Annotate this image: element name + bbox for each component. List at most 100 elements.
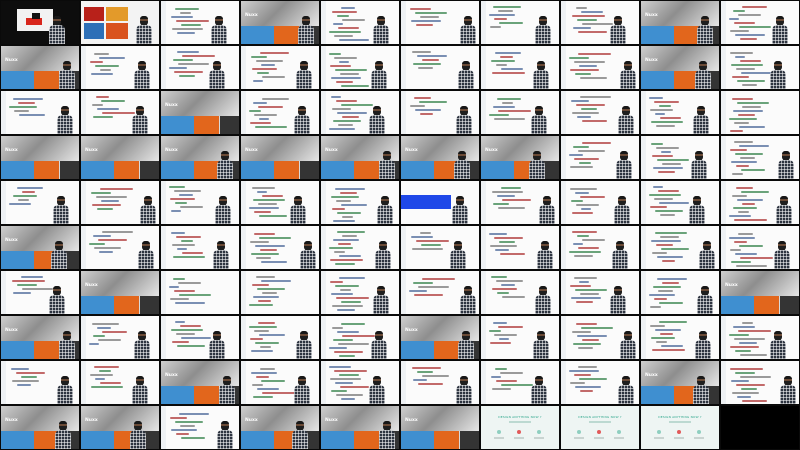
video-frame-thumbnail[interactable] (240, 180, 320, 225)
video-frame-thumbnail[interactable] (400, 90, 480, 135)
video-frame-thumbnail[interactable] (640, 315, 720, 360)
video-frame-thumbnail[interactable] (320, 180, 400, 225)
video-frame-thumbnail[interactable] (80, 360, 160, 405)
video-frame-thumbnail[interactable] (400, 45, 480, 90)
video-frame-thumbnail[interactable] (320, 225, 400, 270)
video-frame-thumbnail[interactable] (160, 315, 240, 360)
video-frame-thumbnail[interactable]: Nuxx (0, 135, 80, 180)
video-frame-thumbnail[interactable]: Nuxx (400, 405, 480, 450)
video-frame-thumbnail[interactable] (80, 315, 160, 360)
video-frame-thumbnail[interactable] (560, 225, 640, 270)
video-frame-thumbnail[interactable]: Nuxx (240, 0, 320, 45)
video-frame-thumbnail[interactable]: Nuxx (320, 405, 400, 450)
video-frame-thumbnail[interactable]: DESIGN ANYTHING NOW ? (480, 405, 560, 450)
video-frame-thumbnail[interactable] (0, 180, 80, 225)
video-frame-thumbnail[interactable] (560, 180, 640, 225)
video-frame-thumbnail[interactable] (0, 0, 80, 45)
video-frame-thumbnail[interactable] (480, 270, 560, 315)
video-frame-thumbnail[interactable] (720, 225, 800, 270)
video-frame-thumbnail[interactable] (80, 225, 160, 270)
video-frame-thumbnail[interactable] (80, 90, 160, 135)
video-frame-thumbnail[interactable] (720, 0, 800, 45)
video-frame-thumbnail[interactable]: Nuxx (320, 135, 400, 180)
video-frame-thumbnail[interactable] (560, 270, 640, 315)
video-frame-thumbnail[interactable] (320, 0, 400, 45)
video-frame-thumbnail[interactable]: Nuxx (160, 360, 240, 405)
video-frame-thumbnail[interactable]: Nuxx (240, 135, 320, 180)
video-frame-thumbnail[interactable] (640, 90, 720, 135)
video-frame-thumbnail[interactable] (400, 0, 480, 45)
video-frame-thumbnail[interactable]: Nuxx (640, 360, 720, 405)
video-frame-thumbnail[interactable] (720, 135, 800, 180)
video-frame-thumbnail[interactable] (320, 270, 400, 315)
video-frame-thumbnail[interactable] (640, 180, 720, 225)
video-frame-thumbnail[interactable]: Nuxx (240, 405, 320, 450)
video-frame-thumbnail[interactable] (720, 405, 800, 450)
video-frame-thumbnail[interactable]: Nuxx (0, 315, 80, 360)
video-frame-thumbnail[interactable] (160, 225, 240, 270)
video-frame-thumbnail[interactable]: Nuxx (640, 0, 720, 45)
video-frame-thumbnail[interactable] (480, 315, 560, 360)
video-frame-thumbnail[interactable] (560, 315, 640, 360)
video-frame-thumbnail[interactable]: Nuxx (80, 405, 160, 450)
video-frame-thumbnail[interactable] (240, 225, 320, 270)
video-frame-thumbnail[interactable]: Nuxx (0, 225, 80, 270)
video-frame-thumbnail[interactable] (640, 225, 720, 270)
video-frame-thumbnail[interactable] (480, 180, 560, 225)
video-frame-thumbnail[interactable] (160, 45, 240, 90)
video-frame-thumbnail[interactable] (320, 315, 400, 360)
video-frame-thumbnail[interactable]: Nuxx (720, 270, 800, 315)
video-frame-thumbnail[interactable] (480, 225, 560, 270)
video-frame-thumbnail[interactable]: Nuxx (480, 135, 560, 180)
video-frame-thumbnail[interactable] (720, 180, 800, 225)
video-frame-thumbnail[interactable]: Nuxx (160, 135, 240, 180)
video-frame-thumbnail[interactable]: Nuxx (0, 405, 80, 450)
video-frame-thumbnail[interactable] (640, 270, 720, 315)
video-frame-thumbnail[interactable] (160, 270, 240, 315)
video-frame-thumbnail[interactable] (560, 90, 640, 135)
video-frame-thumbnail[interactable]: Nuxx (400, 315, 480, 360)
video-frame-thumbnail[interactable] (400, 225, 480, 270)
video-frame-thumbnail[interactable]: Nuxx (160, 90, 240, 135)
video-frame-thumbnail[interactable] (320, 45, 400, 90)
video-frame-thumbnail[interactable] (720, 360, 800, 405)
video-frame-thumbnail[interactable] (240, 45, 320, 90)
video-frame-thumbnail[interactable] (320, 90, 400, 135)
video-frame-thumbnail[interactable] (480, 90, 560, 135)
video-frame-thumbnail[interactable] (480, 360, 560, 405)
video-frame-thumbnail[interactable] (240, 270, 320, 315)
video-frame-thumbnail[interactable] (480, 45, 560, 90)
video-frame-thumbnail[interactable]: Nuxx (400, 135, 480, 180)
video-frame-thumbnail[interactable] (240, 90, 320, 135)
video-frame-thumbnail[interactable] (240, 315, 320, 360)
video-frame-thumbnail[interactable] (560, 360, 640, 405)
video-frame-thumbnail[interactable] (160, 180, 240, 225)
video-frame-thumbnail[interactable] (720, 90, 800, 135)
video-frame-thumbnail[interactable] (0, 270, 80, 315)
video-frame-thumbnail[interactable] (400, 360, 480, 405)
video-frame-thumbnail[interactable] (400, 180, 480, 225)
video-frame-thumbnail[interactable] (160, 0, 240, 45)
video-frame-thumbnail[interactable] (720, 315, 800, 360)
video-frame-thumbnail[interactable] (640, 135, 720, 180)
video-frame-thumbnail[interactable] (560, 135, 640, 180)
video-frame-thumbnail[interactable] (80, 45, 160, 90)
video-frame-thumbnail[interactable] (480, 0, 560, 45)
video-frame-thumbnail[interactable] (720, 45, 800, 90)
video-frame-thumbnail[interactable]: Nuxx (80, 270, 160, 315)
video-frame-thumbnail[interactable] (320, 360, 400, 405)
video-frame-thumbnail[interactable]: Nuxx (80, 135, 160, 180)
video-frame-thumbnail[interactable]: DESIGN ANYTHING NOW ? (640, 405, 720, 450)
video-frame-thumbnail[interactable] (0, 90, 80, 135)
video-frame-thumbnail[interactable] (240, 360, 320, 405)
video-frame-thumbnail[interactable]: Nuxx (640, 45, 720, 90)
video-frame-thumbnail[interactable] (80, 0, 160, 45)
video-frame-thumbnail[interactable] (160, 405, 240, 450)
video-frame-thumbnail[interactable]: DESIGN ANYTHING NOW ? (560, 405, 640, 450)
video-frame-thumbnail[interactable] (400, 270, 480, 315)
video-frame-thumbnail[interactable] (560, 0, 640, 45)
video-frame-thumbnail[interactable] (560, 45, 640, 90)
video-frame-thumbnail[interactable] (80, 180, 160, 225)
video-frame-thumbnail[interactable] (0, 360, 80, 405)
video-frame-thumbnail[interactable]: Nuxx (0, 45, 80, 90)
